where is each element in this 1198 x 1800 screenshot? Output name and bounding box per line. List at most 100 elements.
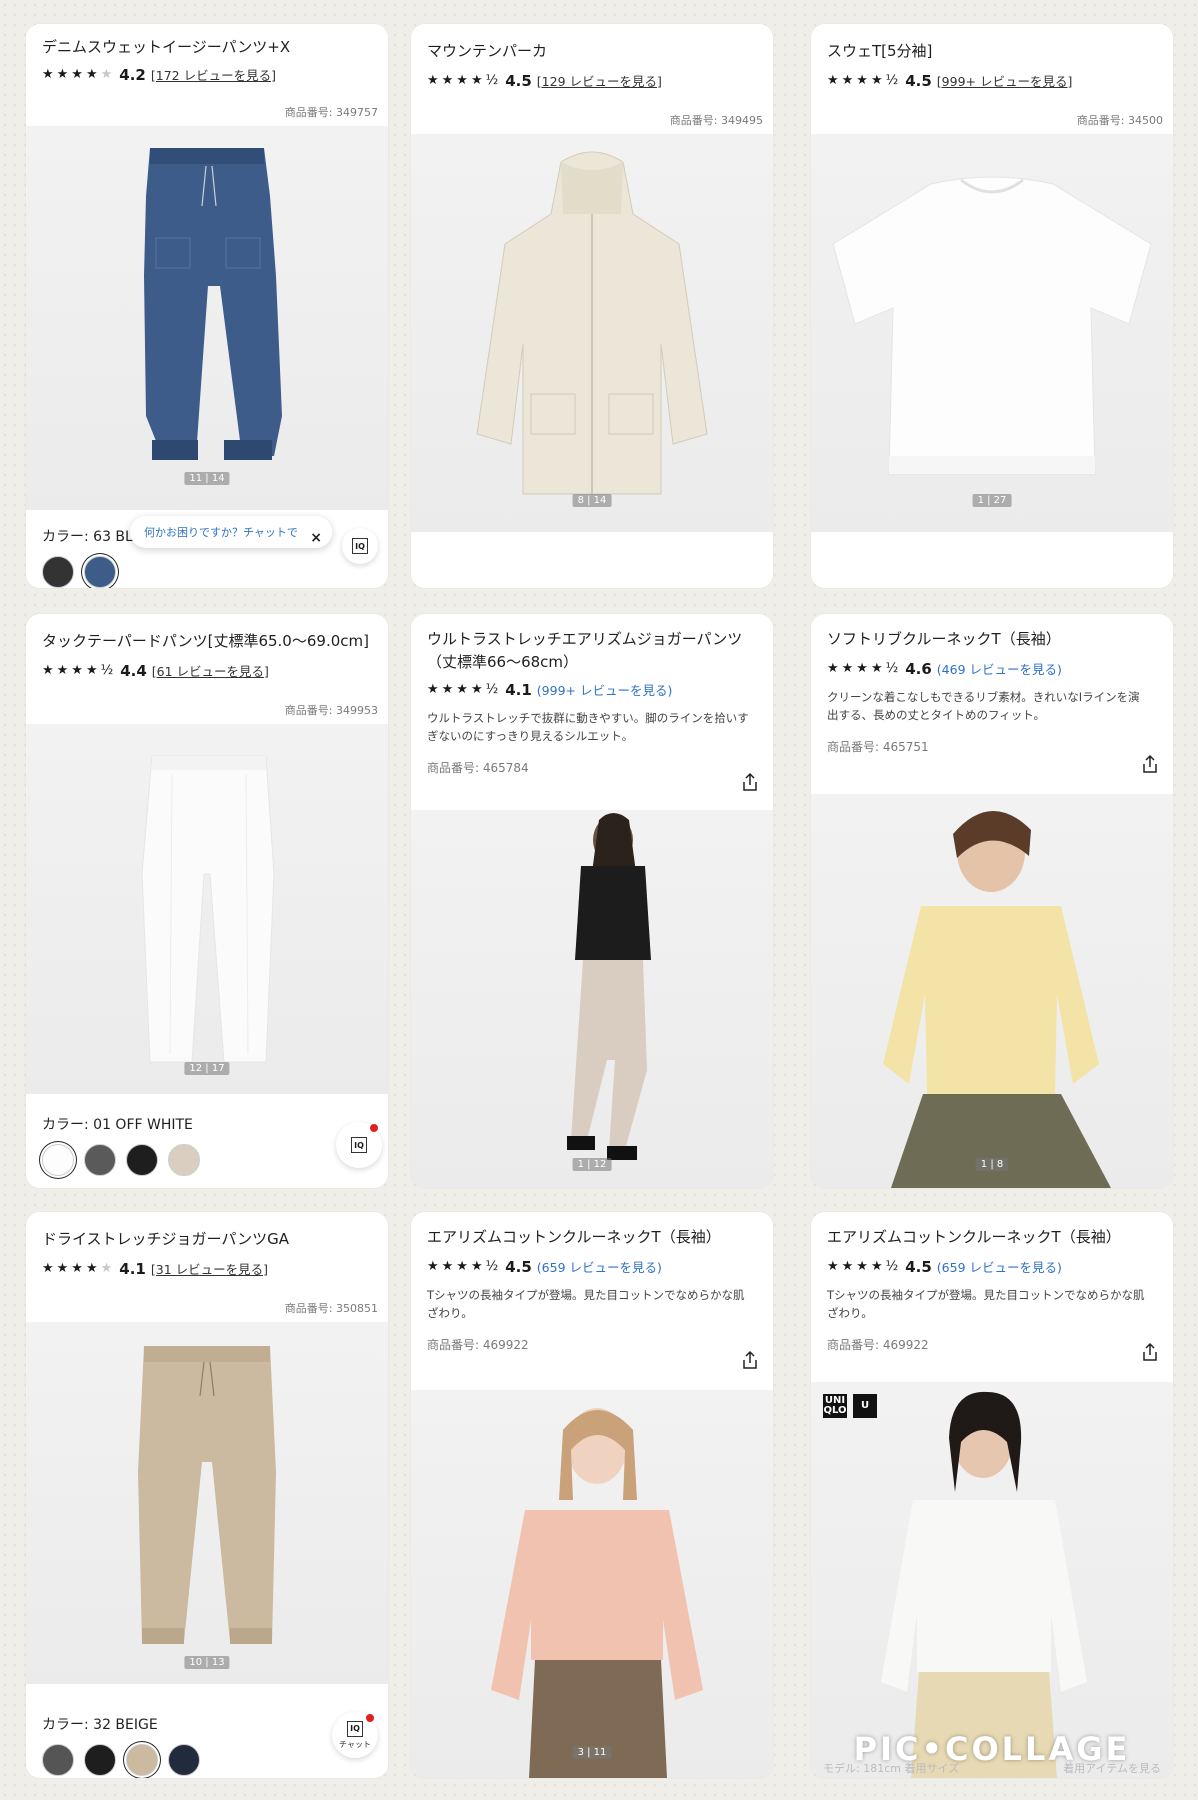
product-card[interactable]: ウルトラストレッチエアリズムジョガーパンツ（丈標準66〜68cm） ★★★★½ … [411,614,773,1188]
color-swatch[interactable] [126,1744,158,1776]
denim-pants-image [144,148,282,460]
card-header: ソフトリブクルーネックT（長袖） ★★★★½ 4.6 (469 レビューを見る)… [811,614,1173,794]
model-rib-tee-image [883,810,1111,1188]
iq-chat-icon: IQ [351,1137,367,1153]
color-swatch[interactable] [42,1744,74,1776]
color-swatch[interactable] [42,1144,74,1176]
rating-score: 4.1 [119,1259,146,1278]
card-header: タックテーパードパンツ[丈標準65.0〜69.0cm] ★★★★½ 4.4 [6… [26,614,388,724]
product-title[interactable]: スウェT[5分袖] [827,40,1157,63]
chat-button[interactable]: IQ チャット [332,1712,378,1758]
product-title[interactable]: タックテーパードパンツ[丈標準65.0〜69.0cm] [42,630,372,653]
product-image[interactable]: 3 | 11 [411,1390,773,1778]
product-image[interactable]: 8 | 14 [411,134,773,532]
product-card[interactable]: スウェT[5分袖] ★★★★½ 4.5 [999+ レビューを見る] 商品番号:… [811,24,1173,588]
star-rating-icon: ★★★★½ [427,682,502,697]
product-number: 商品番号: 349757 [284,106,378,119]
product-title[interactable]: ドライストレッチジョガーパンツGA [42,1228,372,1251]
image-counter: 1 | 8 [975,1158,1009,1171]
chat-button[interactable]: IQ [336,1122,382,1168]
reviews-link[interactable]: (659 レビューを見る) [537,1257,662,1276]
card-header: ウルトラストレッチエアリズムジョガーパンツ（丈標準66〜68cm） ★★★★½ … [411,614,773,810]
product-image[interactable]: 11 | 14 [26,126,388,510]
chat-bubble[interactable]: 何かお困りですか？チャットで × [130,516,332,548]
product-image[interactable]: 10 | 13 [26,1322,388,1684]
product-card[interactable]: ソフトリブクルーネックT（長袖） ★★★★½ 4.6 (469 レビューを見る)… [811,614,1173,1188]
product-number: 商品番号: 465751 [827,740,929,754]
card-header: エアリズムコットンクルーネックT（長袖） ★★★★½ 4.5 (659 レビュー… [811,1212,1173,1382]
reviews-link[interactable]: [172 レビューを見る] [151,65,276,84]
share-icon[interactable] [1141,754,1159,774]
model-jogger-pants-image [567,813,651,1160]
rating: ★★★★★ 4.2 [172 レビューを見る] [42,65,372,84]
image-counter: 12 | 17 [184,1062,230,1075]
color-swatches [42,556,372,588]
product-card[interactable]: エアリズムコットンクルーネックT（長袖） ★★★★½ 4.5 (659 レビュー… [411,1212,773,1778]
color-swatch[interactable] [84,556,116,588]
rating: ★★★★★ 4.1 [31 レビューを見る] [42,1259,372,1278]
product-image[interactable]: 1 | 27 [811,134,1173,532]
color-swatch[interactable] [168,1144,200,1176]
reviews-link[interactable]: (659 レビューを見る) [937,1257,1062,1276]
share-icon[interactable] [741,772,759,792]
reviews-link[interactable]: [999+ レビューを見る] [937,71,1073,90]
card-footer [811,532,1173,588]
product-card[interactable]: ドライストレッチジョガーパンツGA ★★★★★ 4.1 [31 レビューを見る]… [26,1212,388,1778]
reviews-link[interactable]: [129 レビューを見る] [537,71,662,90]
close-icon[interactable]: × [310,530,322,546]
image-counter: 1 | 12 [572,1158,612,1171]
color-swatch[interactable] [126,1144,158,1176]
product-card[interactable]: エアリズムコットンクルーネックT（長袖） ★★★★½ 4.5 (659 レビュー… [811,1212,1173,1778]
reviews-link[interactable]: [31 レビューを見る] [151,1259,268,1278]
share-icon[interactable] [741,1350,759,1370]
product-number: 商品番号: 465784 [427,761,529,775]
reviews-link[interactable]: [61 レビューを見る] [152,661,269,680]
uniqlo-u-logo: U [853,1394,877,1418]
product-title[interactable]: エアリズムコットンクルーネックT（長袖） [827,1226,1157,1249]
model-pink-tee-image [491,1408,703,1778]
product-card[interactable]: デニムスウェットイージーパンツ+X ★★★★★ 4.2 [172 レビューを見る… [26,24,388,588]
product-description: Tシャツの長袖タイプが登場。見た目コットンでなめらかな肌ざわり。 [827,1288,1145,1320]
chat-label: チャット [339,1739,371,1749]
color-swatch[interactable] [168,1744,200,1776]
beige-jogger-pants-image [138,1346,276,1644]
sweat-tee-image [832,176,1152,475]
product-title[interactable]: ソフトリブクルーネックT（長袖） [827,628,1157,651]
rating: ★★★★½ 4.6 (469 レビューを見る) [827,659,1157,678]
rating: ★★★★½ 4.5 (659 レビューを見る) [427,1257,757,1276]
color-swatch[interactable] [84,1744,116,1776]
rating-score: 4.5 [505,1257,532,1276]
color-selector: カラー: 63 BLUE 何かお困りですか？チャットで × IQ [26,510,388,588]
color-swatch[interactable] [84,1144,116,1176]
product-title[interactable]: デニムスウェットイージーパンツ+X [42,36,372,59]
rating-score: 4.4 [120,661,147,680]
product-number: 商品番号: 350851 [284,1302,378,1315]
product-title[interactable]: マウンテンパーカ [427,40,757,63]
rating-score: 4.2 [119,65,146,84]
notification-dot [370,1124,378,1132]
product-image[interactable]: 1 | 8 [811,794,1173,1188]
share-icon[interactable] [1141,1342,1159,1362]
reviews-link[interactable]: (469 レビューを見る) [937,659,1062,678]
reviews-link[interactable]: (999+ レビューを見る) [537,680,673,699]
color-label: カラー: 32 BEIGE [42,1717,158,1733]
color-swatch[interactable] [42,556,74,588]
card-footer [411,532,773,588]
rating-score: 4.5 [905,71,932,90]
product-image[interactable]: 1 | 12 [411,810,773,1188]
product-number: 商品番号: 469922 [427,1338,529,1352]
card-header: スウェT[5分袖] ★★★★½ 4.5 [999+ レビューを見る] 商品番号:… [811,24,1173,134]
uniqlo-logo: UNI QLO U [823,1394,877,1418]
product-card[interactable]: マウンテンパーカ ★★★★½ 4.5 [129 レビューを見る] 商品番号: 3… [411,24,773,588]
product-image[interactable]: 12 | 17 [26,724,388,1094]
rating: ★★★★½ 4.4 [61 レビューを見る] [42,661,372,680]
product-image[interactable]: UNI QLO U モデル: 181cm 着用サイズ 着用アイテムを見る PIC… [811,1382,1173,1778]
iq-chat-icon: IQ [352,538,368,554]
chat-button[interactable]: IQ [342,528,378,564]
color-swatches [42,1744,372,1776]
product-title[interactable]: ウルトラストレッチエアリズムジョガーパンツ（丈標準66〜68cm） [427,628,757,674]
color-selector: カラー: 32 BEIGE IQ チャット [26,1684,388,1778]
model-white-tee-image [881,1391,1087,1778]
product-card[interactable]: タックテーパードパンツ[丈標準65.0〜69.0cm] ★★★★½ 4.4 [6… [26,614,388,1188]
product-title[interactable]: エアリズムコットンクルーネックT（長袖） [427,1226,757,1249]
